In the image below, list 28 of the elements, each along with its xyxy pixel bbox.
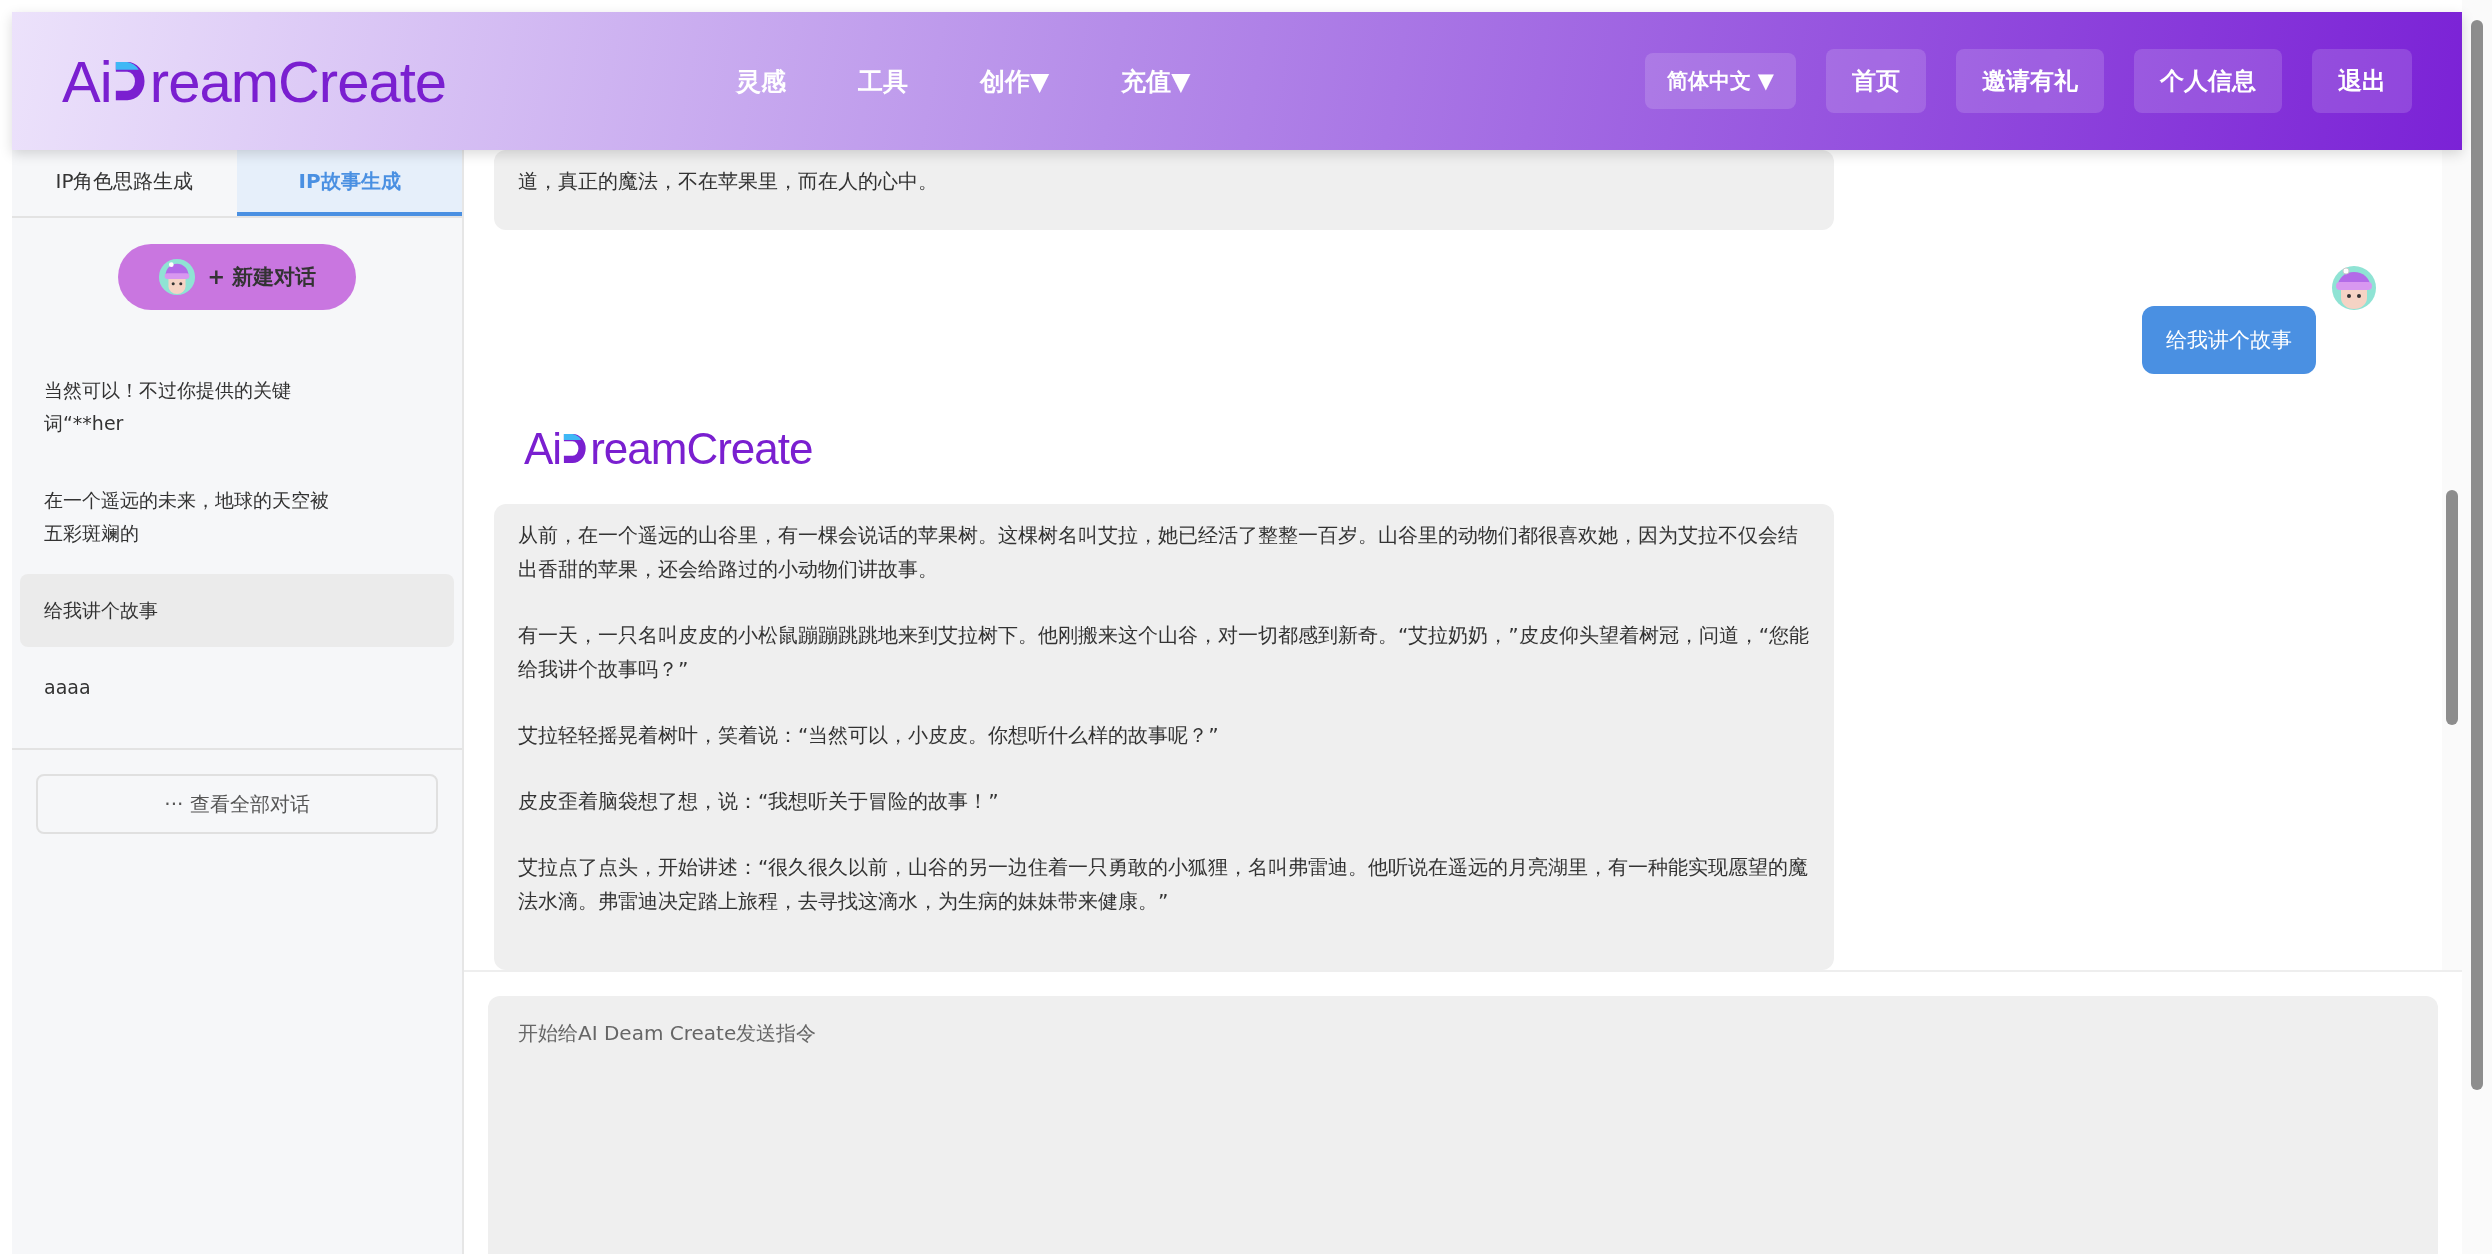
new-chat-button[interactable]: + 新建对话 [117, 244, 357, 310]
conversation-item[interactable]: 当然可以！不过你提供的关键词“**her [20, 354, 454, 460]
user-message-bubble: 给我讲个故事 [2142, 306, 2316, 374]
message-paragraph: 艾拉轻轻摇晃着树叶，笑着说：“当然可以，小皮皮。你想听什么样的故事呢？” [518, 722, 1220, 749]
scrollbar[interactable] [2462, 0, 2492, 1254]
message-paragraph: 从前，在一个遥远的山谷里，有一棵会说话的苹果树。这棵树名叫艾拉，她已经活了整整一百岁。山谷里的动物们都很喜欢她，因为艾拉不仅会结出香甜的苹果，还会给路过的小动物们讲故事。 [518, 522, 1799, 583]
view-all-button[interactable]: ··· 查看全部对话 [36, 774, 438, 834]
sidebar-tab[interactable]: IP故事生成 [237, 150, 462, 216]
language-selector[interactable]: 简体中文 ▼ [1644, 53, 1796, 109]
message-paragraph: 皮皮歪着脑袋想了想，说：“我想听关于冒险的故事！” [518, 788, 1000, 815]
message-input-field[interactable]: 开始给AI Deam Create发送指令 [488, 996, 2438, 1254]
conversation-item[interactable]: aaaa [20, 651, 454, 724]
nav-link[interactable]: 充值▼ [1121, 64, 1191, 98]
conversation-item[interactable]: 给我讲个故事 [20, 574, 454, 647]
conversation-item[interactable]: 在一个遥远的未来，地球的天空被五彩斑斓的 [20, 464, 454, 570]
bot-logo: Ai reamCreate [524, 424, 814, 474]
message-paragraph: 道，真正的魔法，不在苹果里，而在人的心中。 [518, 168, 939, 195]
nav-button[interactable]: 个人信息 [2134, 49, 2282, 113]
message-paragraph: 艾拉点了点头，开始讲述：“很久很久以前，山谷的另一边住着一只勇敢的小狐狸，名叫弗雷迪。他听说在遥远的月亮湖里，有一种能实现愿望的魔法水滴。弗雷迪决定踏上旅程，去寻找这滴水，为生病的妹妹带来健康。” [518, 854, 1810, 915]
nav-button[interactable]: 退出 [2312, 49, 2412, 113]
nav-button[interactable]: 邀请有礼 [1956, 49, 2104, 113]
nav-button[interactable]: 首页 [1826, 49, 1926, 113]
cartoon-avatar-icon [157, 258, 196, 296]
nav-link[interactable]: 创作▼ [980, 64, 1050, 98]
brand-logo[interactable]: Ai reamCreate [62, 47, 447, 115]
message-paragraph: 有一天，一只名叫皮皮的小松鼠蹦蹦跳跳地来到艾拉树下。他刚搬来这个山谷，对一切都感到新奇。“艾拉奶奶，”皮皮仰头望着树冠，问道，“您能给我讲个故事吗？” [518, 622, 1810, 683]
scrollbar[interactable] [2442, 150, 2462, 970]
sidebar-tab[interactable]: IP角色思路生成 [12, 150, 237, 216]
